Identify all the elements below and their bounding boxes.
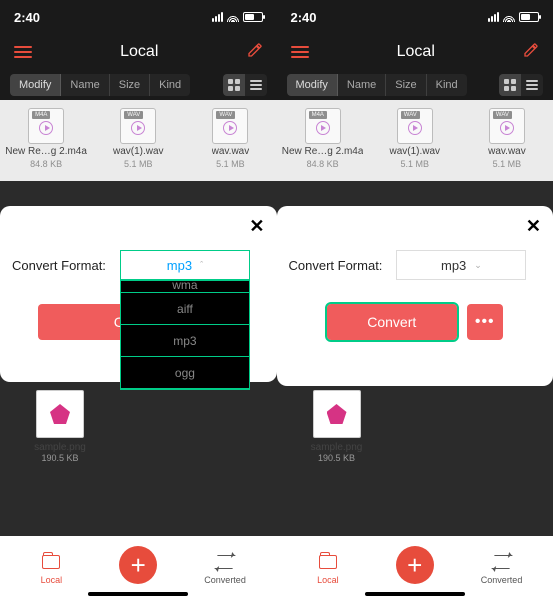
view-grid-icon[interactable]: [499, 74, 521, 96]
convert-icon: [491, 555, 512, 569]
convert-format-label: Convert Format:: [12, 258, 106, 273]
tab-label: Converted: [204, 575, 246, 585]
convert-format-label: Convert Format:: [289, 258, 383, 273]
format-option-mp3[interactable]: mp3: [121, 325, 249, 357]
close-icon[interactable]: ✕: [526, 216, 541, 237]
ellipsis-icon: •••: [475, 313, 495, 331]
signal-icon: [488, 12, 499, 22]
tab-bar: Local + Converted: [277, 536, 553, 600]
home-indicator: [365, 592, 465, 596]
sort-kind[interactable]: Kind: [150, 74, 190, 96]
convert-modal: ✕ Convert Format: mp3 ˆ wma aiff mp3 ogg…: [0, 206, 277, 382]
add-button[interactable]: +: [396, 546, 434, 584]
tab-local[interactable]: Local: [16, 551, 86, 585]
menu-icon[interactable]: [14, 46, 32, 58]
close-icon[interactable]: ✕: [249, 216, 264, 237]
file-item[interactable]: sample.png 190.5 KB: [20, 390, 100, 463]
status-bar: 2:40: [277, 0, 553, 34]
home-indicator: [88, 592, 188, 596]
convert-modal: ✕ Convert Format: mp3 ⌄ Convert •••: [277, 206, 553, 386]
image-thumb-icon: [313, 390, 361, 438]
view-list-icon[interactable]: [245, 74, 267, 96]
sort-name[interactable]: Name: [338, 74, 386, 96]
wifi-icon: [503, 10, 515, 25]
tab-converted[interactable]: Converted: [467, 551, 537, 585]
format-option-aiff[interactable]: aiff: [121, 293, 249, 325]
file-name: sample.png: [297, 442, 377, 453]
sample-file-row: sample.png 190.5 KB: [277, 390, 553, 463]
format-option-wma[interactable]: wma: [121, 281, 249, 293]
more-button[interactable]: •••: [467, 304, 503, 340]
file-size: 190.5 KB: [297, 453, 377, 463]
plus-icon: +: [407, 552, 422, 578]
tab-local[interactable]: Local: [293, 551, 363, 585]
signal-icon: [212, 12, 223, 22]
edit-icon[interactable]: [247, 42, 263, 63]
status-bar: 2:40: [0, 0, 277, 34]
format-dropdown: wma aiff mp3 ogg: [120, 280, 250, 390]
toolbar: Modify Name Size Kind: [277, 70, 553, 100]
status-time: 2:40: [14, 10, 40, 25]
battery-icon: [243, 12, 263, 22]
chevron-up-icon: ˆ: [200, 260, 203, 270]
add-button[interactable]: +: [119, 546, 157, 584]
nav-title: Local: [309, 43, 524, 61]
view-grid-icon[interactable]: [223, 74, 245, 96]
phone-left: 2:40 Local Modify Name Size Kind: [0, 0, 277, 600]
file-size: 190.5 KB: [20, 453, 100, 463]
convert-icon: [215, 555, 236, 569]
nav-bar: Local: [0, 34, 277, 70]
folder-icon: [319, 555, 337, 569]
sort-kind[interactable]: Kind: [427, 74, 467, 96]
sort-bar: Modify Name Size Kind: [10, 74, 190, 96]
image-thumb-icon: [36, 390, 84, 438]
sample-file-row: sample.png 190.5 KB: [0, 390, 277, 463]
format-select[interactable]: mp3 ⌄: [396, 250, 526, 280]
battery-icon: [519, 12, 539, 22]
edit-icon[interactable]: [523, 42, 539, 63]
phone-right: 2:40 Local Modify Name Size Kind: [277, 0, 553, 600]
tab-label: Local: [317, 575, 339, 585]
toolbar: Modify Name Size Kind: [0, 70, 277, 100]
sort-modify[interactable]: Modify: [10, 74, 61, 96]
tab-bar: Local + Converted: [0, 536, 277, 600]
folder-icon: [42, 555, 60, 569]
view-list-icon[interactable]: [521, 74, 543, 96]
sort-name[interactable]: Name: [61, 74, 109, 96]
format-option-ogg[interactable]: ogg: [121, 357, 249, 389]
format-selected: mp3: [167, 258, 192, 273]
tab-label: Converted: [481, 575, 523, 585]
sort-size[interactable]: Size: [386, 74, 426, 96]
status-time: 2:40: [291, 10, 317, 25]
wifi-icon: [227, 10, 239, 25]
sort-bar: Modify Name Size Kind: [287, 74, 467, 96]
tab-converted[interactable]: Converted: [190, 551, 260, 585]
file-name: sample.png: [20, 442, 100, 453]
file-item[interactable]: sample.png 190.5 KB: [297, 390, 377, 463]
sort-modify[interactable]: Modify: [287, 74, 338, 96]
format-selected: mp3: [441, 258, 466, 273]
format-select[interactable]: mp3 ˆ wma aiff mp3 ogg: [120, 250, 250, 280]
convert-button[interactable]: Convert: [327, 304, 457, 340]
plus-icon: +: [131, 552, 146, 578]
chevron-down-icon: ⌄: [474, 260, 482, 271]
sort-size[interactable]: Size: [110, 74, 150, 96]
tab-label: Local: [41, 575, 63, 585]
nav-bar: Local: [277, 34, 553, 70]
menu-icon[interactable]: [291, 46, 309, 58]
nav-title: Local: [32, 43, 247, 61]
